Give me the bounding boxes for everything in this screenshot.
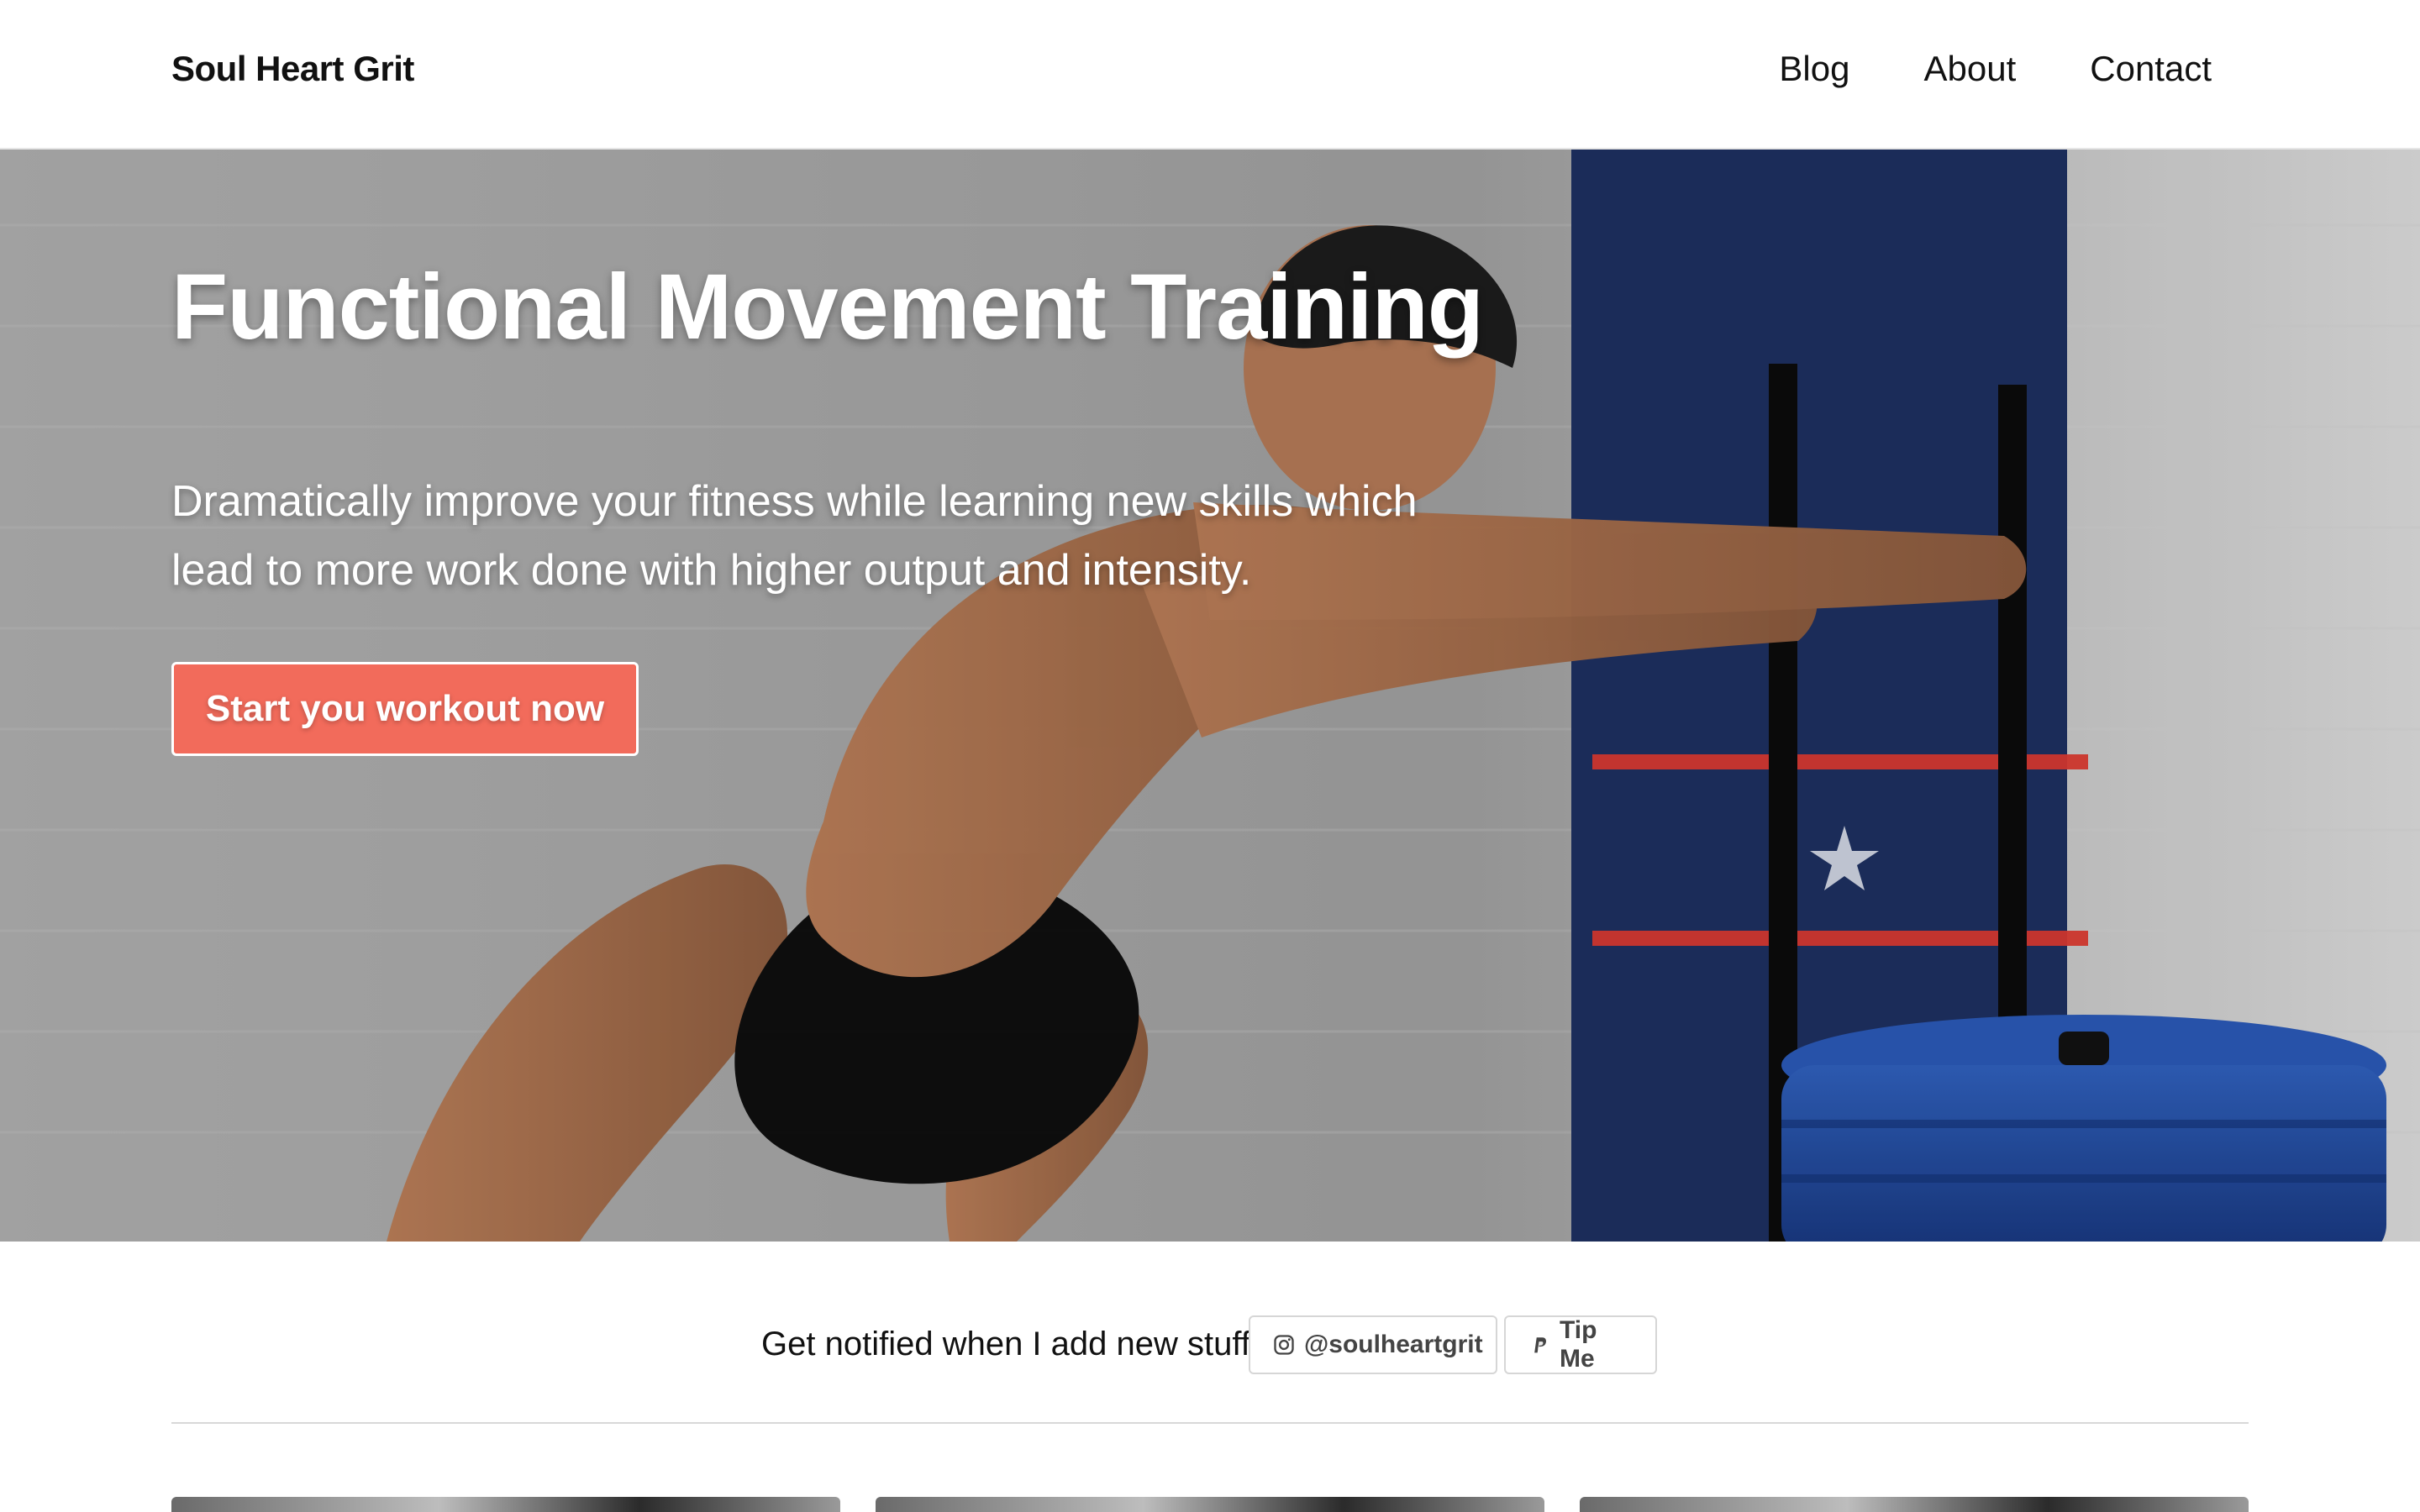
post-cards-row [171,1497,2249,1512]
post-card-2-image[interactable] [876,1497,1544,1512]
post-card-1-image[interactable] [171,1497,840,1512]
tip-me-button[interactable]: Tip Me [1504,1315,1657,1374]
paypal-icon [1528,1333,1551,1357]
nav-contact[interactable]: Contact [2090,49,2212,89]
instagram-icon [1272,1333,1296,1357]
hero-section: Functional Movement Training Dramaticall… [0,150,2420,1242]
nav-about[interactable]: About [1923,49,2016,89]
main-nav: Blog About Contact [1779,49,2212,89]
hero-subtitle: Dramatically improve your fitness while … [171,477,1418,595]
brand-logo[interactable]: Soul Heart Grit [171,49,414,89]
instagram-button[interactable]: @soulheartgrit [1249,1315,1497,1374]
start-workout-button[interactable]: Start you workout now [171,662,639,756]
notify-label: Get notified when I add new stuff [761,1326,1250,1362]
hero-title: Functional Movement Training [171,255,1484,359]
nav-blog[interactable]: Blog [1779,49,1849,89]
notify-bar: Get notified when I add new stuff @soulh… [0,1307,2420,1383]
post-card-3-image[interactable] [1580,1497,2249,1512]
site-header: Soul Heart Grit Blog About Contact [0,0,2420,150]
tip-label: Tip Me [1560,1316,1597,1373]
instagram-handle: @soulheartgrit [1304,1331,1483,1358]
section-divider [171,1422,2249,1424]
